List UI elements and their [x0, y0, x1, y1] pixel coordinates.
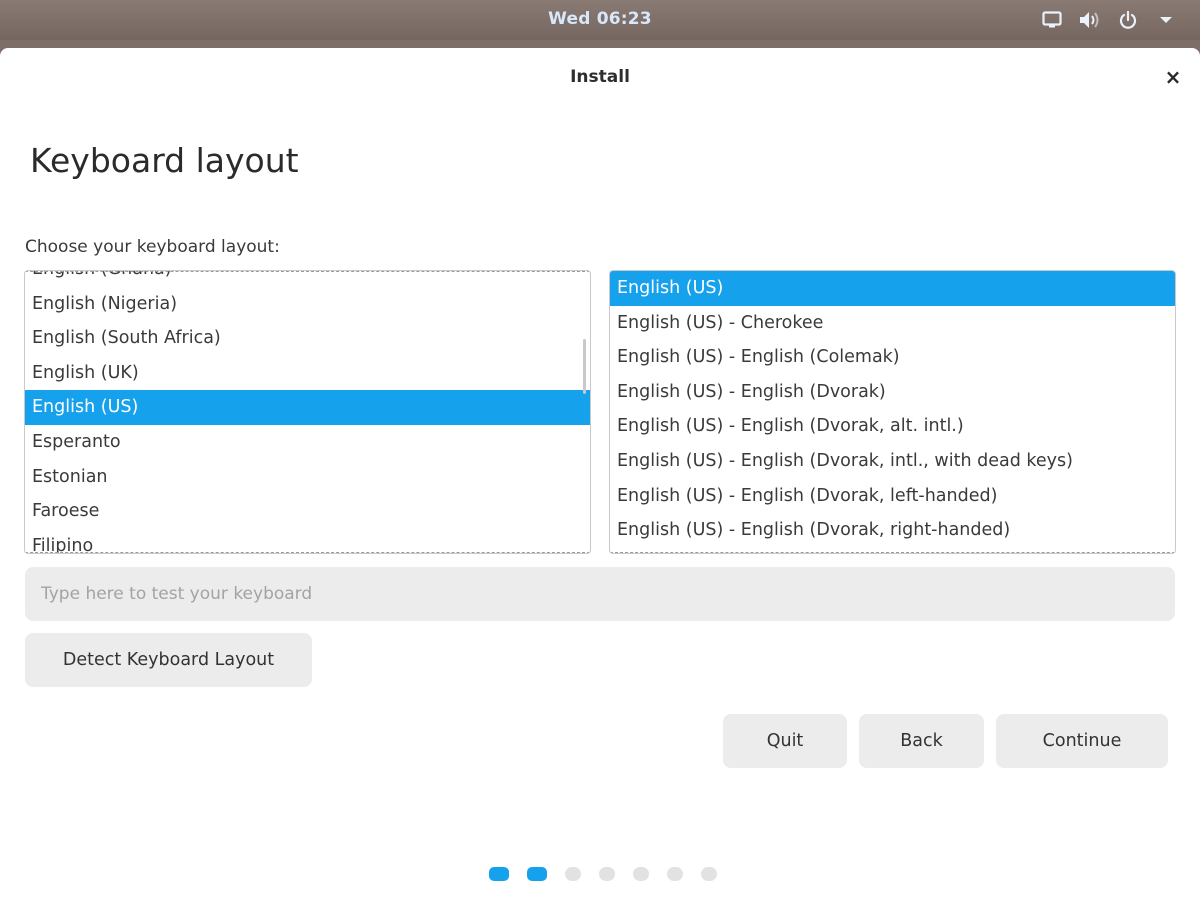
layout-list-item[interactable]: English (US): [25, 390, 590, 425]
progress-dots: [0, 867, 1200, 881]
progress-dot: [527, 867, 547, 881]
layout-list-item[interactable]: Estonian: [25, 460, 590, 495]
window-title: Install: [570, 67, 630, 87]
variant-list-item[interactable]: English (US) - English (Dvorak, intl., w…: [610, 444, 1175, 479]
layout-list-item[interactable]: English (Ghana): [25, 271, 590, 287]
layout-list-item[interactable]: English (UK): [25, 356, 590, 391]
list-scroll-edge-bottom: [610, 552, 1175, 553]
continue-button[interactable]: Continue: [996, 714, 1168, 768]
progress-dot: [701, 867, 717, 881]
title-bar: Install ×: [0, 48, 1200, 108]
page-title: Keyboard layout: [30, 141, 299, 180]
layout-list-item[interactable]: English (Nigeria): [25, 287, 590, 322]
installer-window: Install × Keyboard layout Choose your ke…: [0, 48, 1200, 900]
power-icon[interactable]: [1116, 8, 1140, 32]
variant-list-item[interactable]: English (US) - English (Dvorak, left-han…: [610, 479, 1175, 514]
variant-list-item[interactable]: English (US) - English (Dvorak, right-ha…: [610, 513, 1175, 548]
chevron-down-icon[interactable]: [1154, 8, 1178, 32]
layout-list-item[interactable]: English (South Africa): [25, 321, 590, 356]
choose-layout-label: Choose your keyboard layout:: [25, 237, 280, 257]
variant-list-item[interactable]: English (US) - English (Dvorak): [610, 375, 1175, 410]
top-bar: Wed 06:23: [0, 0, 1200, 40]
layout-list-item[interactable]: Faroese: [25, 494, 590, 529]
back-button[interactable]: Back: [859, 714, 984, 768]
variant-list-item[interactable]: English (US) - Cherokee: [610, 306, 1175, 341]
layout-list-items: English (Ghana)English (Nigeria)English …: [25, 271, 590, 553]
layout-list[interactable]: English (Ghana)English (Nigeria)English …: [24, 270, 591, 554]
variant-list-items: English (US) English (US) - Cherokee Engli…: [610, 271, 1175, 548]
display-icon[interactable]: [1040, 8, 1064, 32]
layout-list-scrollbar[interactable]: [583, 339, 586, 394]
variant-list-item[interactable]: English (US): [610, 271, 1175, 306]
variant-list-item[interactable]: English (US) - English (Colemak): [610, 340, 1175, 375]
system-tray[interactable]: [1040, 8, 1178, 32]
layout-list-item[interactable]: Esperanto: [25, 425, 590, 460]
keyboard-test-input[interactable]: [25, 567, 1175, 621]
close-button[interactable]: ×: [1160, 64, 1186, 90]
volume-icon[interactable]: [1078, 8, 1102, 32]
variant-list-item[interactable]: English (US) - English (Dvorak, alt. int…: [610, 409, 1175, 444]
close-icon: ×: [1164, 65, 1182, 89]
list-scroll-edge-top: [25, 271, 590, 272]
detect-keyboard-layout-button[interactable]: Detect Keyboard Layout: [25, 633, 312, 687]
progress-dot: [667, 867, 683, 881]
progress-dot: [489, 867, 509, 881]
list-scroll-edge-bottom: [25, 552, 590, 553]
progress-dot: [599, 867, 615, 881]
quit-button[interactable]: Quit: [723, 714, 847, 768]
layout-list-item[interactable]: Filipino: [25, 529, 590, 553]
variant-list[interactable]: English (US) English (US) - Cherokee Engli…: [609, 270, 1176, 554]
clock[interactable]: Wed 06:23: [0, 9, 1200, 29]
progress-dot: [633, 867, 649, 881]
progress-dot: [565, 867, 581, 881]
